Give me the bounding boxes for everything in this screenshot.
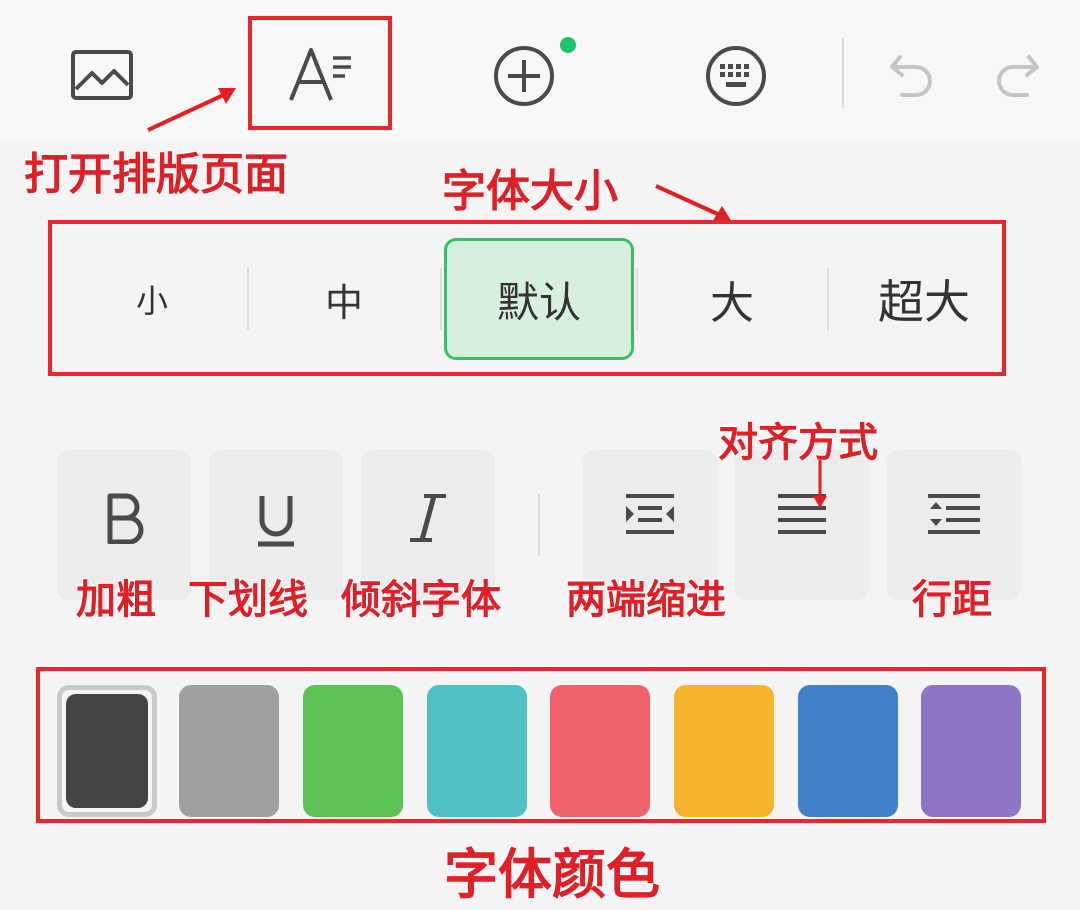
underline-icon: [258, 496, 294, 547]
color-swatch-dark-gray[interactable]: [57, 685, 157, 817]
annotation-bold: 加粗: [76, 577, 156, 623]
add-icon: [494, 46, 554, 106]
color-swatch-teal[interactable]: [427, 685, 527, 817]
annotation-underline: 下划线: [188, 577, 308, 623]
color-swatch-blue[interactable]: [798, 685, 898, 817]
color-swatch-gray[interactable]: [179, 685, 279, 817]
color-swatch-red[interactable]: [550, 685, 650, 817]
annotation-open-layout: 打开排版页面: [24, 149, 288, 200]
font-size-medium-label: 中: [324, 280, 363, 325]
font-size-large-label: 大: [710, 278, 754, 329]
font-size-default[interactable]: 默认: [444, 238, 634, 360]
arrow-annotation-alignment: [813, 460, 827, 508]
image-button[interactable]: [60, 40, 144, 110]
indent-icon: [626, 494, 674, 534]
annotation-justify-indent: 两端缩进: [566, 577, 726, 623]
redo-button[interactable]: [985, 42, 1049, 106]
annotation-alignment: 对齐方式: [718, 420, 878, 466]
font-size-default-label: 默认: [496, 277, 581, 327]
annotation-italic: 倾斜字体: [341, 577, 501, 623]
font-size-small-label: 小: [135, 282, 168, 320]
annotation-line-spacing: 行距: [912, 577, 992, 623]
keyboard-icon: [706, 46, 766, 106]
color-swatch-orange[interactable]: [674, 685, 774, 817]
align-justify-button[interactable]: [735, 450, 869, 600]
size-divider: [636, 268, 638, 330]
bold-icon: [107, 493, 144, 544]
font-size-small[interactable]: 小: [100, 238, 204, 360]
font-size-extra-large-label: 超大: [878, 275, 970, 329]
italic-icon: [410, 494, 446, 542]
size-divider: [440, 268, 442, 330]
text-format-highlight: [248, 16, 392, 130]
size-divider: [247, 268, 249, 330]
new-badge-dot: [560, 37, 576, 53]
image-icon: [71, 50, 133, 100]
undo-button[interactable]: [880, 42, 944, 106]
line-spacing-icon: [928, 494, 980, 534]
color-swatch-fill: [66, 694, 148, 808]
toolbar-divider: [842, 38, 844, 108]
redo-icon: [997, 55, 1039, 97]
size-divider: [827, 268, 829, 330]
add-button[interactable]: [488, 40, 560, 112]
annotation-font-size: 字体大小: [442, 166, 618, 217]
format-divider: [538, 494, 540, 556]
undo-icon: [890, 55, 932, 97]
font-size-large[interactable]: 大: [678, 238, 786, 360]
color-swatch-purple[interactable]: [921, 685, 1021, 817]
keyboard-button[interactable]: [700, 40, 772, 112]
font-size-extra-large[interactable]: 超大: [862, 238, 986, 360]
arrow-annotation-open-layout: [147, 88, 236, 132]
font-size-medium[interactable]: 中: [290, 238, 398, 360]
annotation-font-color: 字体颜色: [444, 843, 660, 906]
color-swatch-green[interactable]: [303, 685, 403, 817]
